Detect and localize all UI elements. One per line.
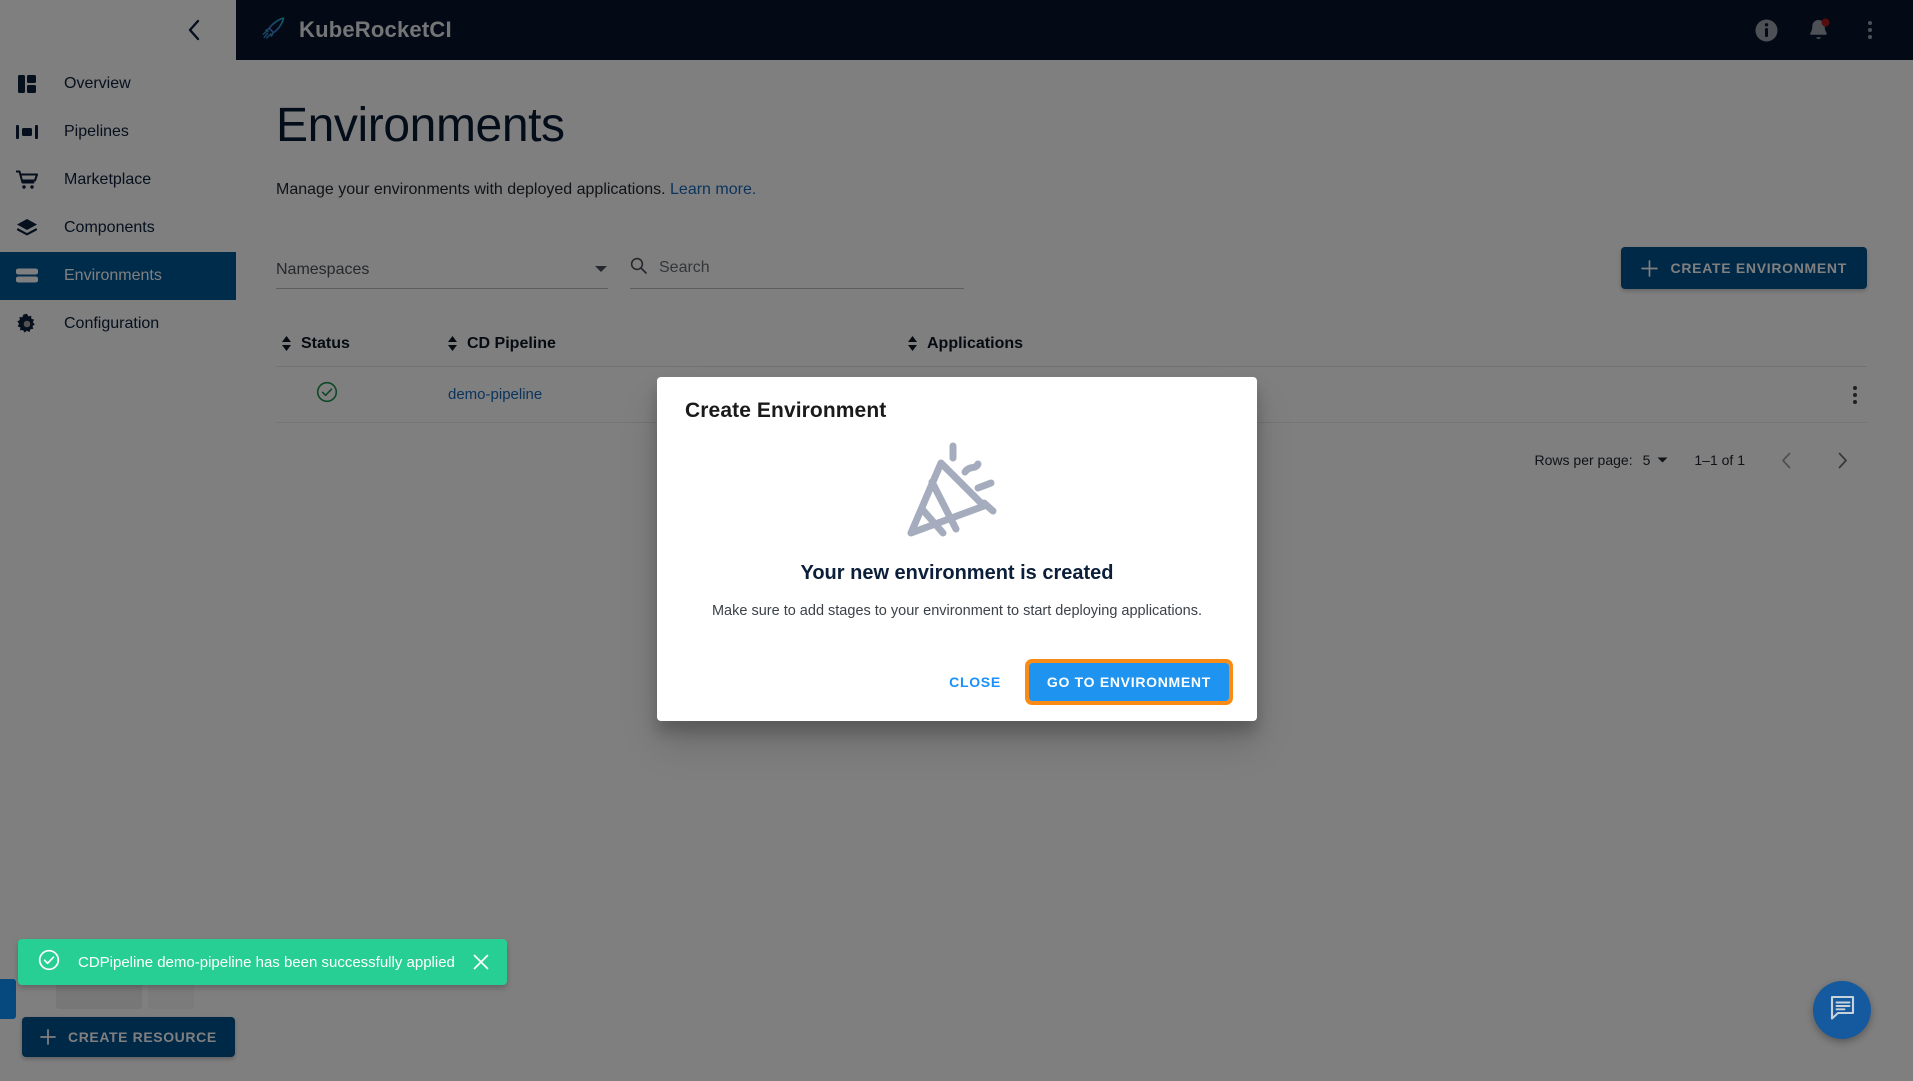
check-circle-icon — [38, 949, 60, 976]
dialog-body: Your new environment is created Make sur… — [685, 423, 1229, 629]
dialog-close-button[interactable]: CLOSE — [935, 665, 1015, 699]
create-environment-dialog: Create Environment Your new environment … — [657, 377, 1257, 721]
go-to-environment-button[interactable]: GO TO ENVIRONMENT — [1024, 659, 1234, 705]
chat-support-button[interactable] — [1813, 981, 1871, 1039]
dialog-heading: Your new environment is created — [800, 562, 1114, 584]
party-popper-icon — [899, 442, 1015, 547]
toast-notification: CDPipeline demo-pipeline has been succes… — [18, 939, 507, 985]
dialog-text: Make sure to add stages to your environm… — [711, 603, 1203, 619]
dialog-title: Create Environment — [685, 399, 887, 422]
toast-message: CDPipeline demo-pipeline has been succes… — [78, 953, 455, 971]
chat-bubble-icon — [1829, 994, 1856, 1026]
toast-close-icon[interactable] — [473, 954, 489, 970]
app-root: Overview Pipelines — [0, 0, 1913, 1081]
dialog-actions: CLOSE GO TO ENVIRONMENT — [685, 659, 1234, 707]
